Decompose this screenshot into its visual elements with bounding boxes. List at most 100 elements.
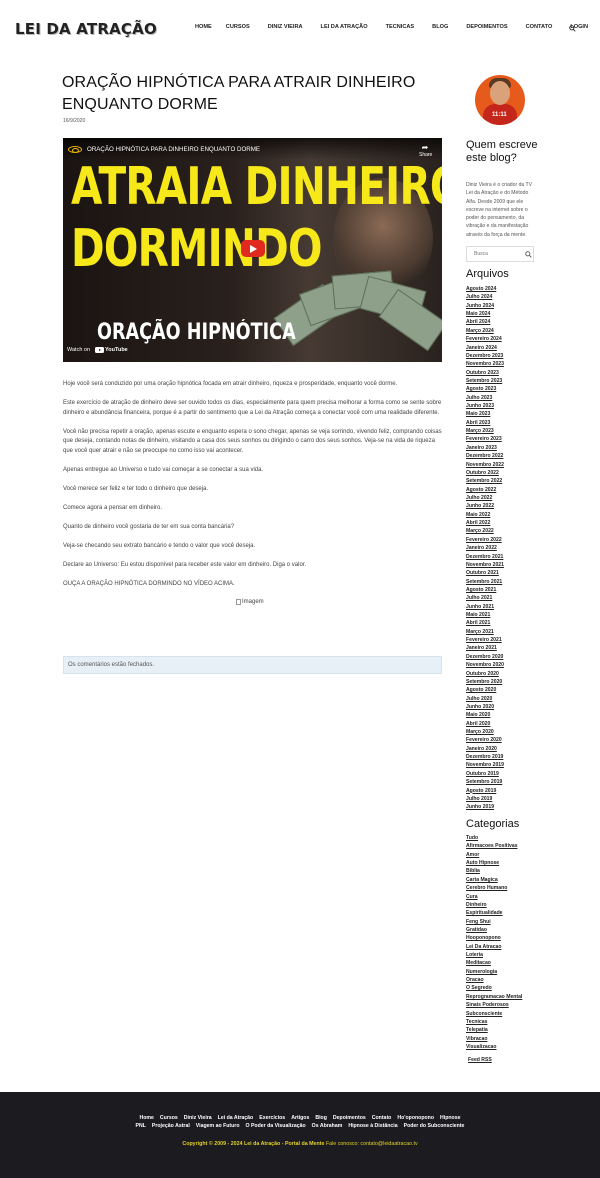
nav-item-lei-da-atra-o[interactable]: LEI DA ATRAÇÃO [321, 24, 368, 30]
nav-item-diniz-vieira[interactable]: DINIZ VIEIRA [268, 24, 303, 30]
nav-item-cursos[interactable]: CURSOS [226, 24, 250, 30]
archive-link[interactable]: Dezembro 2021 [466, 553, 504, 561]
archive-link[interactable]: Maio 2022 [466, 511, 504, 519]
category-link[interactable]: Numerologia [466, 968, 522, 976]
archive-link[interactable]: Abril 2022 [466, 519, 504, 527]
archive-link[interactable]: Julho 2020 [466, 695, 504, 703]
archive-link[interactable]: Janeiro 2022 [466, 544, 504, 552]
footer-link[interactable]: Projeção Astral [152, 1123, 190, 1129]
archive-link[interactable]: Fevereiro 2021 [466, 636, 504, 644]
category-link[interactable]: Carta Magica [466, 876, 522, 884]
watch-on-youtube-link[interactable]: Watch on YouTube [67, 347, 128, 353]
category-link[interactable]: Afirmacoes Positivas [466, 842, 522, 850]
archive-link[interactable]: Janeiro 2020 [466, 745, 504, 753]
category-link[interactable]: Gratidao [466, 926, 522, 934]
footer-link[interactable]: Lei da Atração [218, 1115, 254, 1121]
archive-link[interactable]: Junho 2023 [466, 402, 504, 410]
footer-link[interactable]: Os Abraham [312, 1123, 343, 1129]
footer-link[interactable]: Diniz Vieira [184, 1115, 212, 1121]
footer-link[interactable]: Exercícios [259, 1115, 285, 1121]
footer-link[interactable]: Viagem ao Futuro [196, 1123, 240, 1129]
archive-link[interactable]: Fevereiro 2020 [466, 736, 504, 744]
category-link[interactable]: Sinais Poderosos [466, 1001, 522, 1009]
category-link[interactable]: Hooponopono [466, 934, 522, 942]
category-link[interactable]: Loteria [466, 951, 522, 959]
archive-link[interactable]: Abril 2023 [466, 419, 504, 427]
channel-logo-icon[interactable] [68, 146, 82, 153]
archive-link[interactable]: Outubro 2020 [466, 670, 504, 678]
feed-rss-link[interactable]: Feed RSS [468, 1057, 492, 1063]
category-link[interactable]: Espiritualidade [466, 909, 522, 917]
archive-link[interactable]: Julho 2023 [466, 394, 504, 402]
archive-link[interactable]: Agosto 2020 [466, 686, 504, 694]
footer-link[interactable]: Ho'oponopono [397, 1115, 434, 1121]
search-icon[interactable] [525, 251, 532, 258]
archive-link[interactable]: Agosto 2023 [466, 385, 504, 393]
archive-link[interactable]: Setembro 2020 [466, 678, 504, 686]
nav-item-contato[interactable]: CONTATO [526, 24, 553, 30]
archive-link[interactable]: Outubro 2022 [466, 469, 504, 477]
archive-link[interactable]: Junho 2024 [466, 302, 504, 310]
archive-link[interactable]: Maio 2021 [466, 611, 504, 619]
play-button[interactable] [241, 240, 265, 257]
archive-link[interactable]: Fevereiro 2023 [466, 435, 504, 443]
archive-link[interactable]: Agosto 2024 [466, 285, 504, 293]
nav-item-tecnicas[interactable]: TECNICAS [386, 24, 415, 30]
category-link[interactable]: Subconsciente [466, 1010, 522, 1018]
category-link[interactable]: Amor [466, 851, 522, 859]
category-link[interactable]: Biblia [466, 867, 522, 875]
category-link[interactable]: Telepatia [466, 1026, 522, 1034]
archive-link[interactable]: Junho 2020 [466, 703, 504, 711]
archive-link[interactable]: Março 2021 [466, 628, 504, 636]
footer-link[interactable]: Contato [372, 1115, 392, 1121]
archive-link[interactable]: Dezembro 2019 [466, 753, 504, 761]
contact-link[interactable]: Fale conosco: contato@leidaatracao.tv [326, 1141, 418, 1147]
archive-link[interactable]: Janeiro 2021 [466, 644, 504, 652]
category-link[interactable]: Vibracao [466, 1035, 522, 1043]
category-link[interactable]: Auto Hipnose [466, 859, 522, 867]
category-link[interactable]: Feng Shui [466, 918, 522, 926]
archive-link[interactable]: Novembro 2022 [466, 461, 504, 469]
archive-link[interactable]: Outubro 2021 [466, 569, 504, 577]
archive-link[interactable]: Agosto 2022 [466, 486, 504, 494]
search-input[interactable] [467, 247, 523, 261]
footer-link[interactable]: Artigos [291, 1115, 309, 1121]
archive-link[interactable]: Março 2020 [466, 728, 504, 736]
category-link[interactable]: Tudo [466, 834, 522, 842]
category-link[interactable]: Lei Da Atracao [466, 943, 522, 951]
share-button[interactable]: ➦ Share [419, 143, 432, 158]
archive-link[interactable]: Julho 2019 [466, 795, 504, 803]
archive-link[interactable]: Agosto 2021 [466, 586, 504, 594]
category-link[interactable]: Dinheiro [466, 901, 522, 909]
archive-link[interactable]: Maio 2024 [466, 310, 504, 318]
category-link[interactable]: Meditacao [466, 959, 522, 967]
footer-link[interactable]: PNL [136, 1123, 146, 1129]
archive-link[interactable]: Novembro 2021 [466, 561, 504, 569]
nav-item-depoimentos[interactable]: DEPOIMENTOS [466, 24, 507, 30]
archive-link[interactable]: Setembro 2022 [466, 477, 504, 485]
archive-link[interactable]: Março 2024 [466, 327, 504, 335]
archive-link[interactable]: Abril 2024 [466, 318, 504, 326]
archive-link[interactable]: Novembro 2023 [466, 360, 504, 368]
category-link[interactable]: Tecnicas [466, 1018, 522, 1026]
search-icon[interactable] [569, 25, 576, 32]
archive-link[interactable]: Abril 2020 [466, 720, 504, 728]
archive-link[interactable]: Junho 2019 [466, 803, 504, 811]
category-link[interactable]: Reprogramacao Mental [466, 993, 522, 1001]
archive-link[interactable]: Fevereiro 2024 [466, 335, 504, 343]
nav-item-blog[interactable]: BLOG [432, 24, 448, 30]
archive-link[interactable]: Novembro 2019 [466, 761, 504, 769]
archive-link[interactable]: Março 2023 [466, 427, 504, 435]
footer-link[interactable]: Poder do Subconsciente [404, 1123, 465, 1129]
video-embed[interactable]: ORAÇÃO HIPNÓTICA PARA DINHEIRO ENQUANTO … [63, 138, 442, 362]
footer-link[interactable]: Hipnose [440, 1115, 460, 1121]
archive-link[interactable]: Setembro 2023 [466, 377, 504, 385]
footer-link[interactable]: O Poder da Visualização [246, 1123, 306, 1129]
archive-link[interactable]: Maio 2023 [466, 410, 504, 418]
archive-link[interactable]: Dezembro 2023 [466, 352, 504, 360]
category-link[interactable]: Cura [466, 893, 522, 901]
archive-link[interactable]: Julho 2024 [466, 293, 504, 301]
footer-link[interactable]: Hipnose à Distância [348, 1123, 397, 1129]
archive-link[interactable]: Dezembro 2022 [466, 452, 504, 460]
video-title[interactable]: ORAÇÃO HIPNÓTICA PARA DINHEIRO ENQUANTO … [87, 146, 260, 153]
